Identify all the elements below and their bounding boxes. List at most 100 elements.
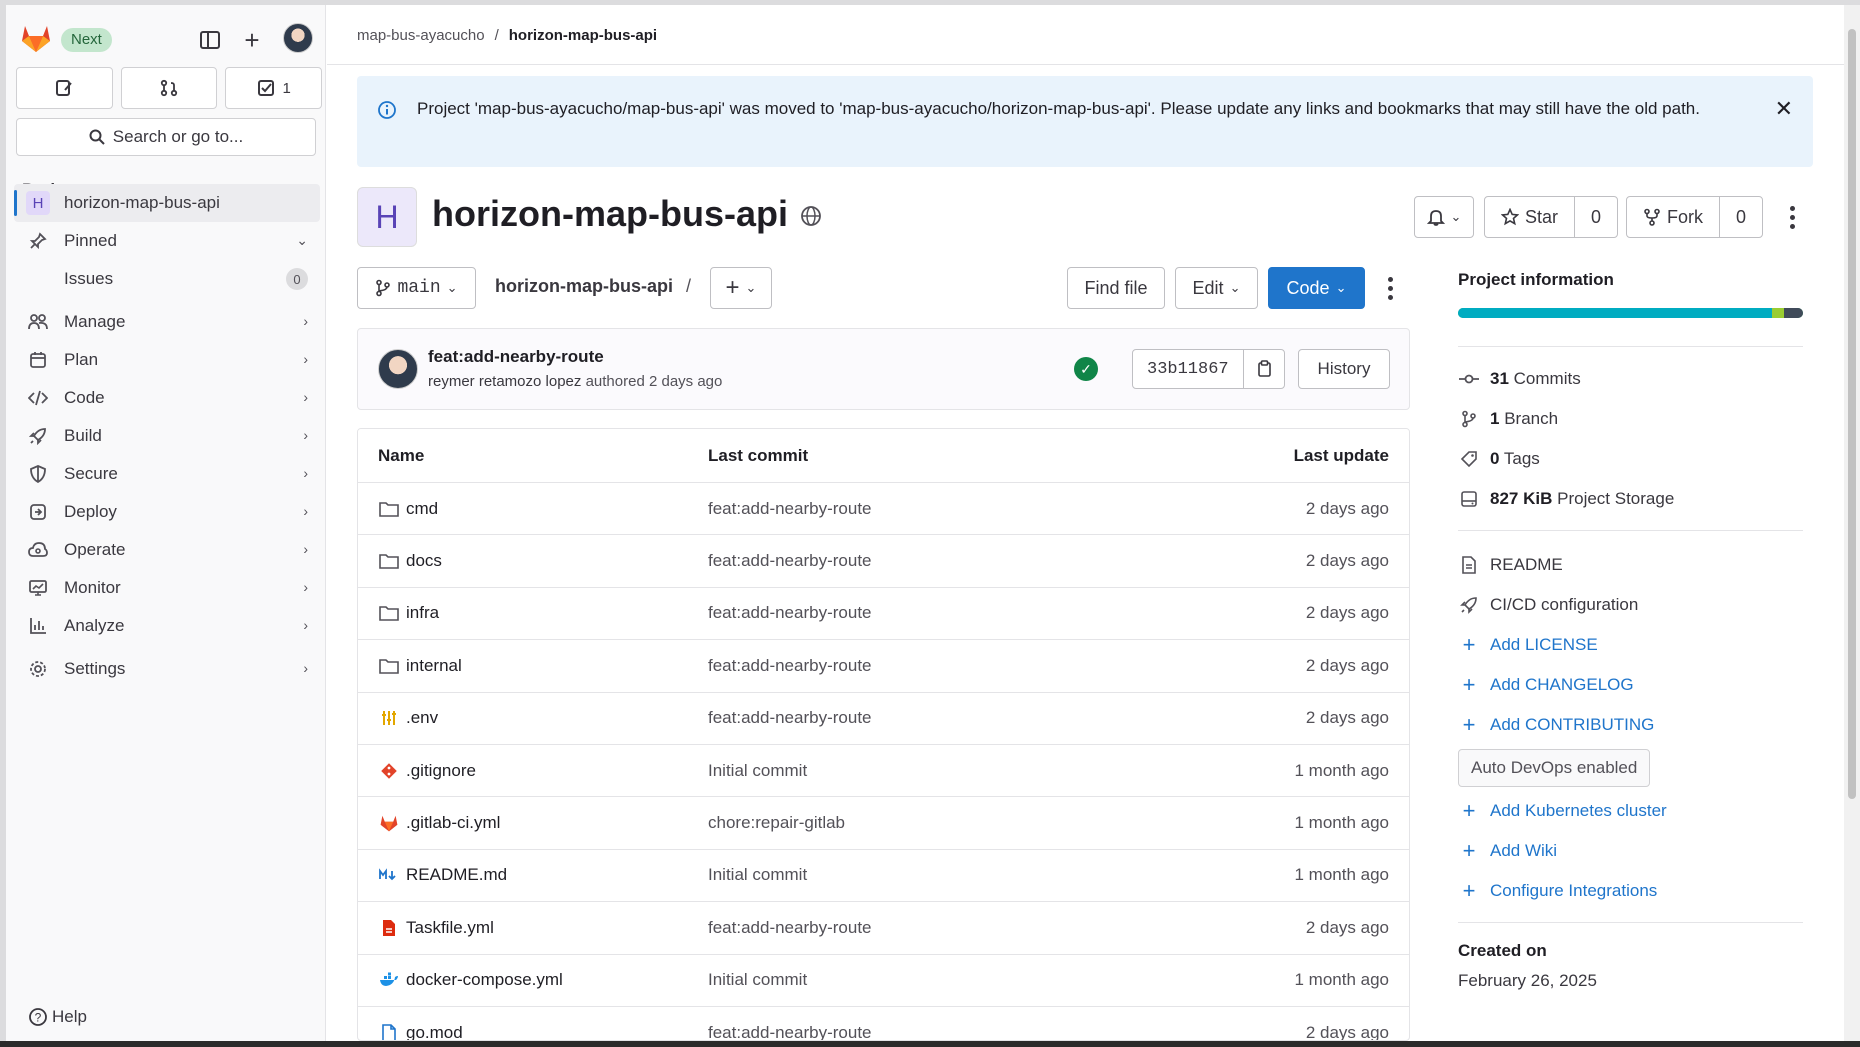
sidebar-item-code[interactable]: Code › [14,379,320,417]
file-name-link[interactable]: .gitignore [406,761,476,781]
table-row[interactable]: README.md Initial commit 1 month ago [358,850,1409,903]
readme-link[interactable]: README [1458,545,1803,585]
todos-counter-button[interactable]: 1 [225,67,323,109]
commits-link[interactable]: 31 Commits [1458,359,1803,399]
branch-selector[interactable]: main ⌄ [357,267,476,309]
last-commit-link[interactable]: feat:add-nearby-route [708,499,1208,519]
add-contributing-link[interactable]: + Add CONTRIBUTING [1458,705,1803,745]
edit-label: Edit [1192,277,1224,298]
merge-requests-counter-button[interactable] [120,67,218,109]
issues-icon [56,80,73,96]
history-button[interactable]: History [1298,349,1390,389]
branches-link[interactable]: 1 Branch [1458,399,1803,439]
breadcrumb-project-link[interactable]: horizon-map-bus-api [509,27,657,44]
project-actions-kebab-icon[interactable] [1782,196,1802,238]
file-name-link[interactable]: go.mod [406,1023,463,1040]
code-button[interactable]: Code ⌄ [1268,267,1365,309]
file-name-link[interactable]: README.md [406,865,507,885]
add-changelog-link[interactable]: + Add CHANGELOG [1458,665,1803,705]
issues-counter-button[interactable] [16,67,113,109]
table-row[interactable]: .env feat:add-nearby-route 2 days ago [358,693,1409,745]
branch-icon [1458,410,1480,428]
sidebar-item-settings[interactable]: Settings › [14,650,320,688]
sidebar-item-deploy[interactable]: Deploy › [14,493,320,531]
table-row[interactable]: docs feat:add-nearby-route 2 days ago [358,535,1409,588]
star-button[interactable]: Star [1485,197,1576,237]
last-commit-link[interactable]: feat:add-nearby-route [708,551,1208,571]
commit-author-avatar[interactable] [378,349,418,389]
fork-button[interactable]: Fork [1627,197,1720,237]
sidebar-item-issues[interactable]: Issues 0 [14,260,320,298]
scrollbar-thumb[interactable] [1848,29,1856,799]
table-row[interactable]: Taskfile.yml feat:add-nearby-route 2 days … [358,902,1409,955]
search-button[interactable]: Search or go to... [16,118,316,156]
add-to-tree-button[interactable]: + ⌄ [710,267,772,309]
sidebar-item-plan[interactable]: Plan › [14,341,320,379]
tags-link[interactable]: 0 Tags [1458,439,1803,479]
breadcrumb-group-link[interactable]: map-bus-ayacucho [357,27,485,44]
help-button[interactable]: ? Help [28,1007,87,1027]
add-kubernetes-cluster-link[interactable]: + Add Kubernetes cluster [1458,791,1803,831]
file-name-link[interactable]: internal [406,656,462,676]
file-name-link[interactable]: .gitlab-ci.yml [406,813,500,833]
table-row[interactable]: .gitignore Initial commit 1 month ago [358,745,1409,798]
last-commit-link[interactable]: feat:add-nearby-route [708,1023,1208,1040]
repo-path-link[interactable]: horizon-map-bus-api [495,276,673,297]
commit-title-link[interactable]: feat:add-nearby-route [428,347,604,367]
star-count[interactable]: 0 [1575,197,1617,237]
table-row[interactable]: cmd feat:add-nearby-route 2 days ago [358,483,1409,536]
sidebar-item-build[interactable]: Build › [14,417,320,455]
commit-sha[interactable]: 33b11867 [1133,350,1244,388]
pipeline-passed-icon[interactable]: ✓ [1074,357,1098,381]
notifications-button[interactable]: ⌄ [1414,196,1474,238]
file-name-link[interactable]: cmd [406,499,438,519]
close-icon[interactable]: ✕ [1775,96,1793,122]
file-name-link[interactable]: docker-compose.yml [406,970,563,990]
last-commit-link[interactable]: feat:add-nearby-route [708,603,1208,623]
table-row[interactable]: .gitlab-ci.yml chore:repair-gitlab 1 month… [358,797,1409,850]
last-commit-link[interactable]: chore:repair-gitlab [708,813,1208,833]
add-wiki-link[interactable]: + Add Wiki [1458,831,1803,871]
sidebar-item-analyze[interactable]: Analyze › [14,607,320,645]
last-commit-link[interactable]: feat:add-nearby-route [708,656,1208,676]
gitlab-logo-icon[interactable] [20,23,52,53]
sidebar-item-pinned[interactable]: Pinned ⌄ [14,222,320,260]
table-row[interactable]: internal feat:add-nearby-route 2 days ago [358,640,1409,693]
shield-icon [26,462,50,486]
sidebar-item-secure[interactable]: Secure › [14,455,320,493]
sidebar-item-monitor[interactable]: Monitor › [14,569,320,607]
add-license-link[interactable]: + Add LICENSE [1458,625,1803,665]
storage-link[interactable]: 827 KiB Project Storage [1458,479,1803,519]
sidebar-item-manage[interactable]: Manage › [14,303,320,341]
table-row[interactable]: go.mod feat:add-nearby-route 2 days ago [358,1007,1409,1040]
auto-devops-button[interactable]: Auto DevOps enabled [1458,749,1651,787]
file-name-link[interactable]: Taskfile.yml [406,918,494,938]
table-row[interactable]: infra feat:add-nearby-route 2 days ago [358,588,1409,641]
file-name-link[interactable]: docs [406,551,442,571]
sidebar-item-operate[interactable]: Operate › [14,531,320,569]
deploy-icon [26,500,50,524]
configure-integrations-link[interactable]: + Configure Integrations [1458,871,1803,911]
cicd-configuration-link[interactable]: CI/CD configuration [1458,585,1803,625]
page-scrollbar[interactable] [1844,5,1860,1041]
commit-author-link[interactable]: reymer retamozo lopez [428,373,581,390]
fork-count[interactable]: 0 [1720,197,1762,237]
last-commit-link[interactable]: Initial commit [708,865,1208,885]
last-commit-link[interactable]: feat:add-nearby-route [708,708,1208,728]
collapse-sidebar-icon[interactable] [195,25,225,55]
find-file-button[interactable]: Find file [1067,267,1165,309]
next-badge[interactable]: Next [61,28,112,52]
sidebar-item-project[interactable]: H horizon-map-bus-api [14,184,320,222]
last-commit-link[interactable]: Initial commit [708,761,1208,781]
create-new-icon[interactable]: + [237,25,267,55]
table-row[interactable]: docker-compose.yml Initial commit 1 month … [358,955,1409,1007]
last-commit-link[interactable]: Initial commit [708,970,1208,990]
repo-actions-kebab-icon[interactable] [1380,267,1400,309]
file-name-link[interactable]: .env [406,708,438,728]
user-avatar[interactable] [283,23,313,53]
file-name-link[interactable]: infra [406,603,439,623]
edit-button[interactable]: Edit ⌄ [1175,267,1258,309]
last-commit-link[interactable]: feat:add-nearby-route [708,918,1208,938]
copy-icon[interactable] [1244,350,1284,388]
